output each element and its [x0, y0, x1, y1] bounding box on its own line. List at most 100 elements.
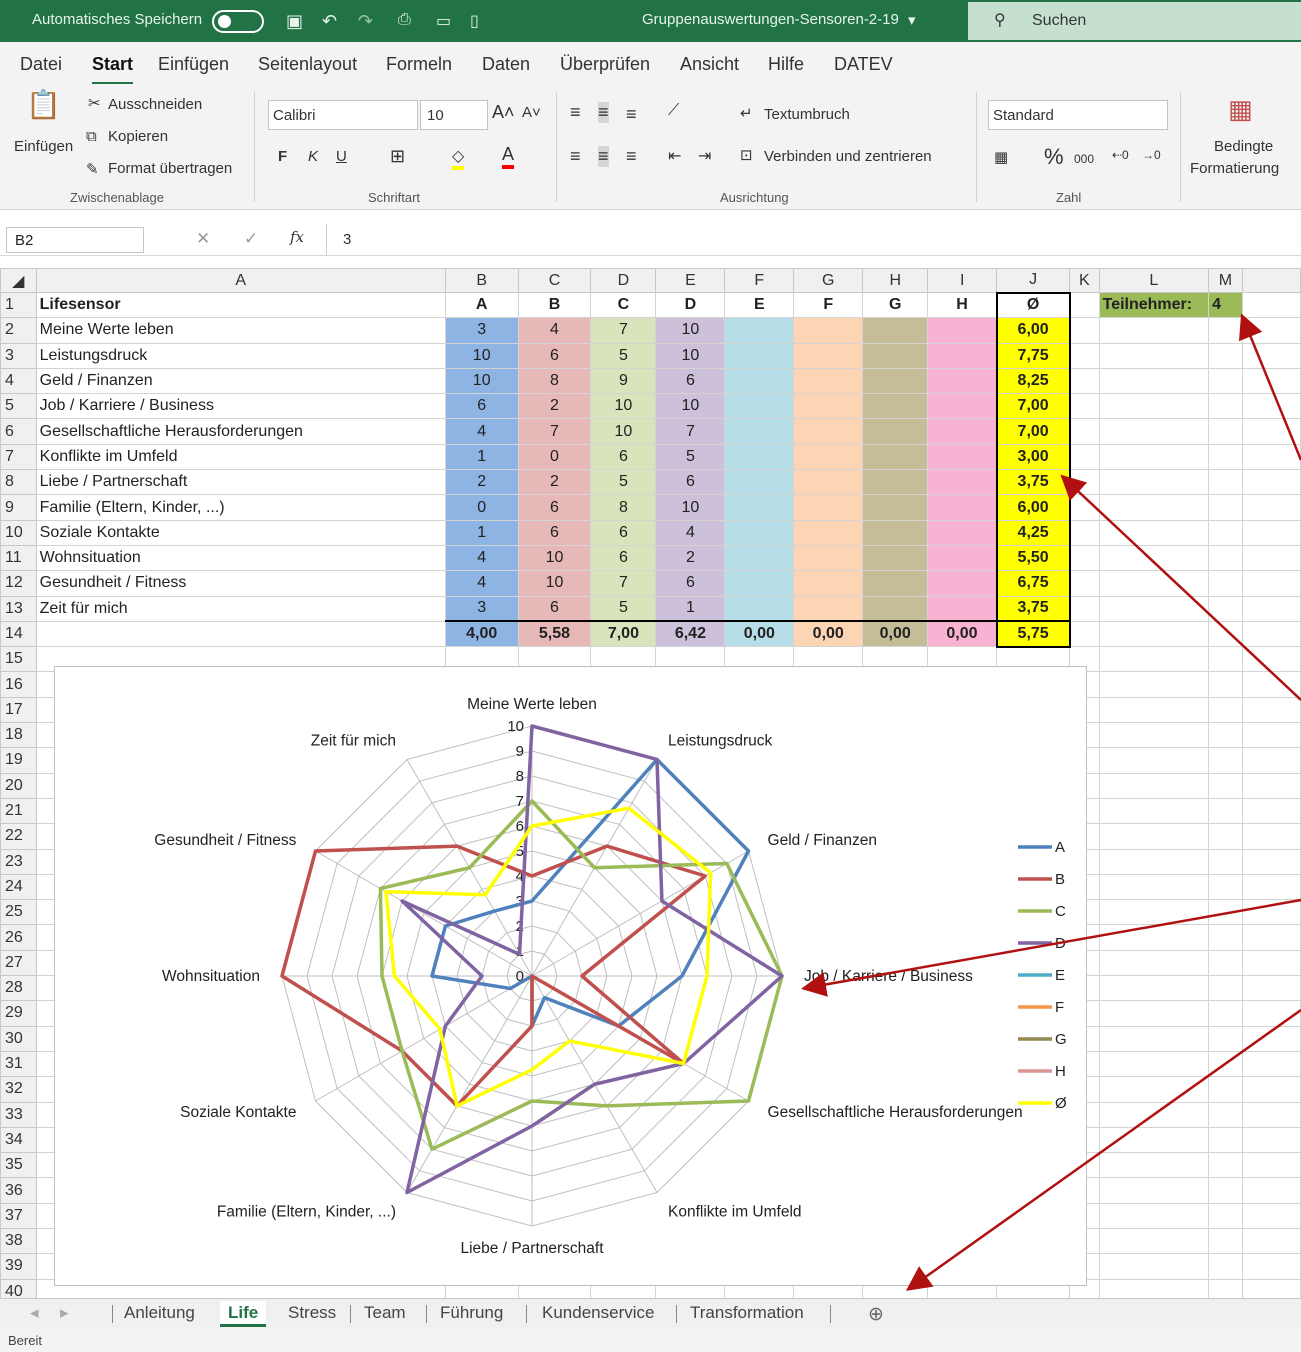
function-icon[interactable]: fx — [290, 228, 304, 246]
cell-row-label[interactable]: Geld / Finanzen — [35, 367, 446, 395]
cell[interactable] — [1098, 393, 1210, 420]
cell-value[interactable]: 1 — [444, 443, 519, 471]
cell[interactable] — [1241, 1278, 1301, 1298]
format-painter-icon[interactable]: ✎ — [86, 160, 99, 178]
cell-row-label[interactable]: Leistungsdruck — [35, 342, 446, 369]
cell-value[interactable]: 6 — [517, 494, 592, 521]
row-header[interactable]: 13 — [0, 595, 37, 622]
cell[interactable] — [1069, 469, 1100, 496]
cell-row-label[interactable]: Zeit für mich — [35, 595, 446, 622]
cell-value[interactable] — [862, 494, 929, 521]
cell-value[interactable]: 1 — [444, 519, 519, 546]
formula-input[interactable]: 3 — [326, 224, 1301, 256]
cell[interactable] — [1208, 570, 1243, 597]
align-middle-icon[interactable]: ≡ — [598, 102, 609, 123]
row-header[interactable]: 28 — [0, 975, 37, 1002]
confirm-icon[interactable]: ✓ — [244, 229, 258, 249]
cell-value[interactable]: 6 — [590, 443, 657, 471]
cell-value[interactable] — [793, 367, 864, 395]
row-header[interactable]: 32 — [0, 1076, 37, 1103]
row-header[interactable]: 5 — [0, 393, 37, 420]
cell[interactable] — [1098, 1126, 1210, 1154]
cell[interactable] — [1241, 1253, 1301, 1280]
total-cell[interactable]: 5,58 — [517, 620, 592, 648]
cell[interactable] — [1208, 949, 1243, 977]
shrink-font-icon[interactable]: A˅ — [522, 104, 541, 121]
row-header[interactable]: 31 — [0, 1050, 37, 1078]
italic-button[interactable]: K — [308, 148, 318, 165]
row-header[interactable]: 10 — [0, 519, 37, 546]
cell-value[interactable] — [793, 393, 864, 420]
cell-value[interactable]: 5 — [655, 443, 726, 471]
cell[interactable] — [1098, 418, 1210, 445]
cell[interactable] — [1208, 519, 1243, 546]
cell[interactable] — [1208, 975, 1243, 1002]
cell-value[interactable]: 10 — [590, 418, 657, 445]
cell[interactable] — [1208, 1253, 1243, 1280]
cell[interactable] — [1208, 1227, 1243, 1255]
cell[interactable] — [1098, 1101, 1210, 1128]
cell-row-label[interactable]: Meine Werte leben — [35, 317, 446, 344]
cell[interactable] — [1098, 1152, 1210, 1179]
cell-value[interactable]: 6 — [444, 393, 519, 420]
cell-value[interactable] — [927, 418, 998, 445]
new-icon[interactable]: ▯ — [470, 11, 479, 31]
cell-value[interactable] — [927, 342, 998, 369]
wrap-text-button[interactable]: Textumbruch — [764, 106, 850, 123]
cell-value[interactable]: 7 — [590, 317, 657, 344]
cell[interactable] — [1098, 1278, 1210, 1298]
row-header[interactable]: 33 — [0, 1101, 37, 1128]
row-header[interactable]: 4 — [0, 367, 37, 395]
tab-ueberpruefen[interactable]: Überprüfen — [560, 54, 650, 75]
row-header[interactable]: 14 — [0, 620, 37, 648]
cell[interactable] — [1208, 1177, 1243, 1204]
cell[interactable] — [1069, 342, 1100, 369]
cell-value[interactable]: 2 — [517, 469, 592, 496]
cell[interactable] — [1098, 570, 1210, 597]
cell-row-label[interactable]: Familie (Eltern, Kinder, ...) — [35, 494, 446, 521]
autosave-toggle[interactable] — [212, 10, 264, 33]
row-header[interactable]: 15 — [0, 646, 37, 673]
row-header[interactable]: 27 — [0, 949, 37, 977]
cell-value[interactable] — [793, 595, 864, 622]
row-header[interactable]: 24 — [0, 873, 37, 901]
cell-value[interactable]: 6 — [517, 595, 592, 622]
cell[interactable] — [1241, 949, 1301, 977]
cell-average[interactable]: 3,75 — [995, 595, 1071, 622]
cell-header[interactable]: A — [444, 291, 519, 319]
cell[interactable] — [1241, 747, 1301, 774]
row-header[interactable]: 35 — [0, 1152, 37, 1179]
font-family-select[interactable]: Calibri — [268, 100, 418, 130]
cell-row-label[interactable]: Gesundheit / Fitness — [35, 570, 446, 597]
cell[interactable] — [1208, 823, 1243, 850]
cell-row-label[interactable]: Konflikte im Umfeld — [35, 443, 446, 471]
bold-button[interactable]: F — [278, 148, 287, 165]
cell-value[interactable] — [724, 342, 795, 369]
cell[interactable] — [1069, 443, 1100, 471]
cell-value[interactable] — [927, 595, 998, 622]
cell[interactable] — [1098, 317, 1210, 344]
cut-button[interactable]: Ausschneiden — [108, 96, 202, 113]
total-cell[interactable]: 0,00 — [793, 620, 864, 648]
tab-seitenlayout[interactable]: Seitenlayout — [258, 54, 357, 75]
row-header[interactable]: 30 — [0, 1025, 37, 1052]
cell-value[interactable]: 2 — [655, 544, 726, 572]
orientation-icon[interactable]: ⟋ — [668, 102, 679, 120]
paste-icon[interactable]: 📋 — [26, 88, 61, 121]
cell[interactable] — [1241, 1076, 1301, 1103]
cell[interactable] — [1208, 443, 1243, 471]
cell-average[interactable]: 7,00 — [995, 418, 1071, 445]
cell-value[interactable]: 10 — [655, 317, 726, 344]
cell[interactable] — [1208, 494, 1243, 521]
cell-value[interactable]: 8 — [590, 494, 657, 521]
cell[interactable] — [1098, 671, 1210, 698]
cell-header[interactable]: H — [927, 291, 998, 319]
cell-header[interactable]: F — [793, 291, 864, 319]
cell[interactable] — [1208, 772, 1243, 799]
cell[interactable] — [1098, 975, 1210, 1002]
number-format-select[interactable]: Standard — [988, 100, 1168, 130]
scroll-left-icon[interactable]: ◂ — [22, 1301, 47, 1327]
cell-value[interactable] — [724, 367, 795, 395]
participants-count[interactable]: 4 — [1208, 291, 1243, 319]
cell-value[interactable]: 2 — [444, 469, 519, 496]
